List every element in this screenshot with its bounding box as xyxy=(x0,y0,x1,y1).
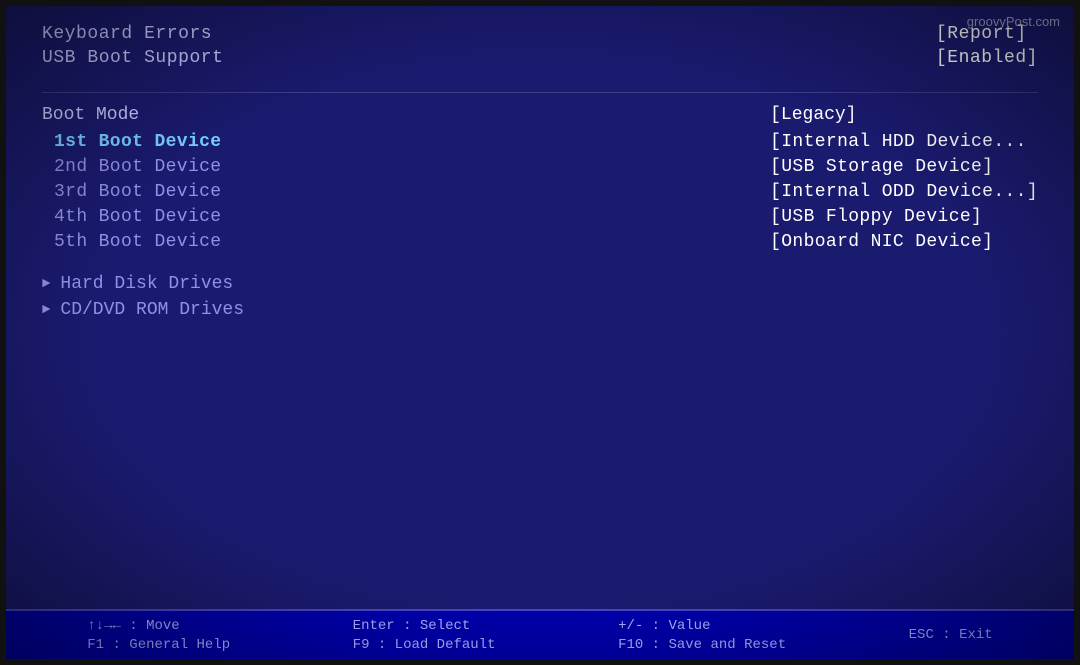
divider xyxy=(42,92,1038,93)
footer-esc: ESC : Exit xyxy=(909,627,993,643)
hard-disk-drives-label: Hard Disk Drives xyxy=(60,274,233,294)
submenu-section: ► Hard Disk Drives ► CD/DVD ROM Drives xyxy=(42,274,1038,320)
footer-move: ↑↓→← : Move xyxy=(87,618,179,634)
cdrom-drives-label: CD/DVD ROM Drives xyxy=(60,300,244,320)
arrow-icon-1: ► xyxy=(42,276,50,292)
footer-enter: Enter : Select xyxy=(353,618,471,634)
footer-default: F9 : Load Default xyxy=(353,637,496,653)
boot-value-2: [USB Storage Device] xyxy=(770,157,1038,177)
footer-value: +/- : Value xyxy=(618,618,710,634)
footer-esc-key: ESC : Exit xyxy=(909,627,993,643)
boot-device-1[interactable]: 1st Boot Device xyxy=(42,132,221,152)
keyboard-errors-label: Keyboard Errors xyxy=(42,24,223,44)
footer-save: F10 : Save and Reset xyxy=(618,637,786,653)
footer-enter-key: Enter : Select xyxy=(353,618,471,634)
top-left: Keyboard Errors USB Boot Support xyxy=(42,24,223,68)
watermark: groovyPost.com xyxy=(967,14,1060,29)
usb-boot-support-value: [Enabled] xyxy=(936,48,1038,68)
bios-screen: groovyPost.com Keyboard Errors USB Boot … xyxy=(0,0,1080,665)
main-content: Keyboard Errors USB Boot Support [Report… xyxy=(6,6,1074,609)
footer-help-key: F1 : General Help xyxy=(87,637,230,653)
boot-device-5[interactable]: 5th Boot Device xyxy=(42,232,221,252)
footer-value-key: +/- : Value xyxy=(618,618,710,634)
footer-move-key: ↑↓→← : Move xyxy=(87,618,179,634)
boot-device-2[interactable]: 2nd Boot Device xyxy=(42,157,221,177)
top-right: [Report] [Enabled] xyxy=(936,24,1038,68)
submenu-hard-disk[interactable]: ► Hard Disk Drives xyxy=(42,274,1038,294)
footer-col-value: +/- : Value F10 : Save and Reset xyxy=(618,618,786,653)
boot-left: Boot Mode 1st Boot Device 2nd Boot Devic… xyxy=(42,105,221,252)
footer-col-esc: ESC : Exit xyxy=(909,627,993,643)
boot-mode-label: Boot Mode xyxy=(42,105,221,125)
arrow-icon-2: ► xyxy=(42,302,50,318)
boot-value-1: [Internal HDD Device... xyxy=(770,132,1038,152)
boot-value-5: [Onboard NIC Device] xyxy=(770,232,1038,252)
boot-section: Boot Mode 1st Boot Device 2nd Boot Devic… xyxy=(42,105,1038,252)
footer-help: F1 : General Help xyxy=(87,637,230,653)
top-section: Keyboard Errors USB Boot Support [Report… xyxy=(42,24,1038,68)
boot-mode-value: [Legacy] xyxy=(770,105,1038,125)
boot-value-3: [Internal ODD Device...] xyxy=(770,182,1038,202)
boot-value-4: [USB Floppy Device] xyxy=(770,207,1038,227)
footer-bar: ↑↓→← : Move F1 : General Help Enter : Se… xyxy=(6,609,1074,659)
footer-col-move: ↑↓→← : Move F1 : General Help xyxy=(87,618,230,653)
boot-device-3[interactable]: 3rd Boot Device xyxy=(42,182,221,202)
usb-boot-support-label: USB Boot Support xyxy=(42,48,223,68)
boot-device-4[interactable]: 4th Boot Device xyxy=(42,207,221,227)
footer-save-key: F10 : Save and Reset xyxy=(618,637,786,653)
submenu-cdrom[interactable]: ► CD/DVD ROM Drives xyxy=(42,300,1038,320)
footer-default-key: F9 : Load Default xyxy=(353,637,496,653)
footer-col-enter: Enter : Select F9 : Load Default xyxy=(353,618,496,653)
boot-right: [Legacy] [Internal HDD Device... [USB St… xyxy=(770,105,1038,252)
